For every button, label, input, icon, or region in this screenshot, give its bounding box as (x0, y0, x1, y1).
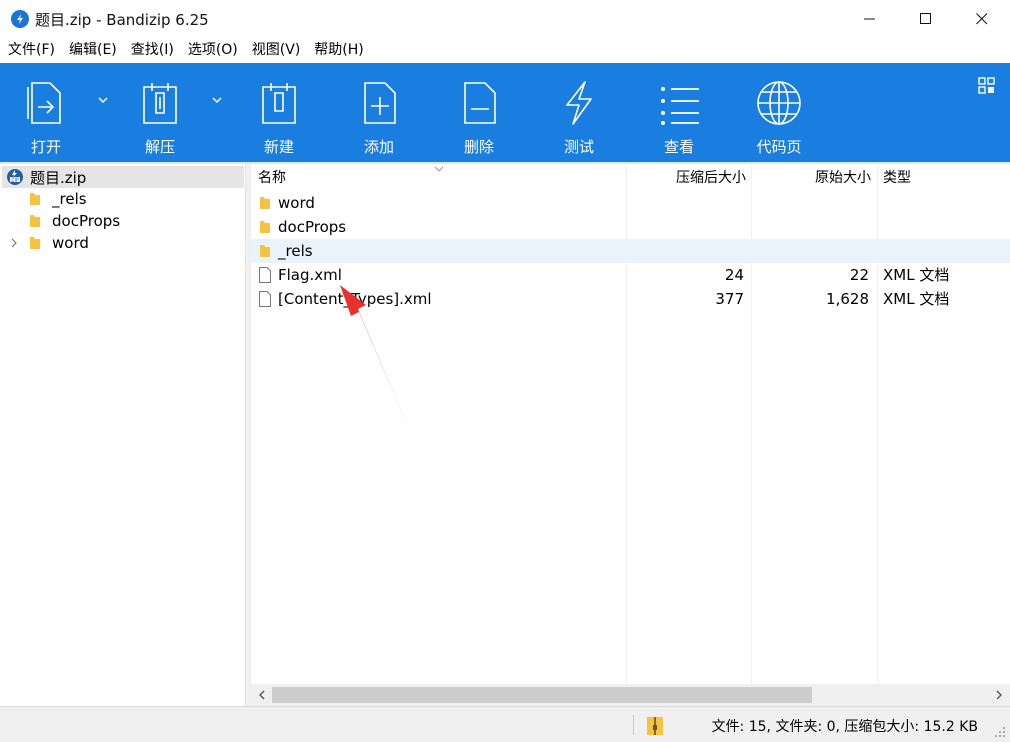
menu-view[interactable]: 视图(V) (244, 38, 307, 63)
test-button[interactable]: 测试 (553, 63, 605, 162)
delete-file-icon (454, 78, 504, 128)
folder-icon (30, 237, 40, 249)
open-icon (21, 78, 71, 128)
open-label: 打开 (30, 138, 61, 156)
scrollbar-thumb[interactable] (272, 687, 812, 703)
tree-item-label: _rels (52, 190, 87, 208)
scroll-right-icon[interactable] (992, 688, 1006, 702)
tree-root-archive[interactable]: ZIP 题目.zip (2, 166, 244, 188)
tree-item-docprops[interactable]: docProps (28, 210, 120, 232)
folder-icon (30, 215, 40, 227)
toolbar: 打开 解压 新建 添加 删除 测试 查看 代码页 (0, 63, 1010, 162)
column-header-original[interactable]: 原始大小 (752, 164, 871, 190)
extract-dropdown-chevron-icon[interactable] (210, 93, 224, 107)
folder-tree: ZIP 题目.zip _rels docProps word (0, 164, 246, 706)
bandizip-app-icon (11, 10, 29, 28)
file-name: word (278, 194, 315, 212)
menu-bar: 文件(F) 编辑(E) 查找(I) 选项(O) 视图(V) 帮助(H) (0, 38, 1010, 63)
view-label: 查看 (663, 138, 694, 156)
new-button[interactable]: 新建 (253, 63, 305, 162)
delete-button[interactable]: 删除 (453, 63, 505, 162)
codepage-label: 代码页 (756, 138, 802, 156)
status-separator (633, 715, 634, 735)
table-row[interactable]: word (251, 191, 1010, 215)
new-label: 新建 (263, 138, 294, 156)
window-title: 题目.zip - Bandizip 6.25 (35, 10, 209, 29)
column-header-compressed[interactable]: 压缩后大小 (627, 164, 746, 190)
lightning-test-icon (554, 78, 604, 128)
close-icon (976, 13, 988, 25)
file-icon (259, 267, 271, 283)
file-original-size: 1,628 (826, 290, 869, 308)
add-button[interactable]: 添加 (353, 63, 405, 162)
menu-find[interactable]: 查找(I) (123, 38, 180, 63)
table-row[interactable]: _rels (251, 239, 1010, 263)
file-compressed-size: 24 (724, 266, 744, 284)
menu-options[interactable]: 选项(O) (180, 38, 244, 63)
globe-icon (754, 78, 804, 128)
open-dropdown-chevron-icon[interactable] (96, 93, 110, 107)
sort-chevron-down-icon (434, 166, 444, 172)
maximize-button[interactable] (898, 0, 954, 38)
tree-item-label: word (52, 234, 89, 252)
tree-item-label: docProps (52, 212, 121, 230)
table-row[interactable]: [Content_Types].xml 377 1,628 XML 文档 (251, 287, 1010, 311)
archive-zip-icon (647, 717, 663, 735)
file-name: docProps (278, 218, 347, 236)
menu-help[interactable]: 帮助(H) (306, 38, 369, 63)
file-type: XML 文档 (883, 266, 950, 284)
folder-icon (260, 245, 270, 257)
delete-label: 删除 (463, 138, 494, 156)
extract-icon (135, 78, 185, 128)
table-row[interactable]: Flag.xml 24 22 XML 文档 (251, 263, 1010, 287)
close-button[interactable] (954, 0, 1010, 38)
new-archive-icon (254, 78, 304, 128)
svg-text:ZIP: ZIP (11, 178, 19, 184)
file-compressed-size: 377 (715, 290, 744, 308)
tree-item-rels[interactable]: _rels (28, 188, 87, 210)
table-row[interactable]: docProps (251, 215, 1010, 239)
column-header-type[interactable]: 类型 (883, 164, 1003, 190)
layout-toggle-icon[interactable] (978, 77, 996, 95)
test-label: 测试 (563, 138, 594, 156)
file-original-size: 22 (849, 266, 869, 284)
open-button[interactable]: 打开 (20, 63, 72, 162)
file-name: [Content_Types].xml (278, 290, 432, 308)
status-bar: 文件: 15, 文件夹: 0, 压缩包大小: 15.2 KB (0, 706, 1010, 742)
menu-edit[interactable]: 编辑(E) (61, 38, 123, 63)
expand-chevron-right-icon[interactable] (9, 238, 19, 248)
list-view-icon (654, 78, 704, 128)
minimize-button[interactable] (842, 0, 898, 38)
menu-file[interactable]: 文件(F) (0, 38, 61, 63)
folder-icon (30, 193, 40, 205)
horizontal-scrollbar[interactable] (251, 684, 1010, 706)
view-button[interactable]: 查看 (653, 63, 705, 162)
tree-item-word[interactable]: word (28, 232, 89, 254)
scroll-left-icon[interactable] (255, 688, 269, 702)
minimize-icon (864, 18, 875, 20)
codepage-button[interactable]: 代码页 (748, 63, 810, 162)
folder-icon (260, 197, 270, 209)
extract-label: 解压 (144, 138, 175, 156)
archive-icon: ZIP (7, 169, 23, 185)
add-label: 添加 (363, 138, 394, 156)
file-name: Flag.xml (278, 266, 342, 284)
tree-root-label: 题目.zip (30, 168, 87, 187)
file-type: XML 文档 (883, 290, 950, 308)
title-bar: 题目.zip - Bandizip 6.25 (0, 0, 1010, 38)
add-file-icon (354, 78, 404, 128)
file-icon (259, 291, 271, 307)
resize-grip-icon[interactable] (994, 726, 1006, 738)
status-summary: 文件: 15, 文件夹: 0, 压缩包大小: 15.2 KB (711, 719, 978, 735)
folder-icon (260, 221, 270, 233)
extract-button[interactable]: 解压 (134, 63, 186, 162)
file-list: 名称 压缩后大小 原始大小 类型 word docProps _rels Fla… (251, 164, 1010, 684)
maximize-icon (920, 13, 931, 24)
file-name: _rels (278, 242, 313, 260)
